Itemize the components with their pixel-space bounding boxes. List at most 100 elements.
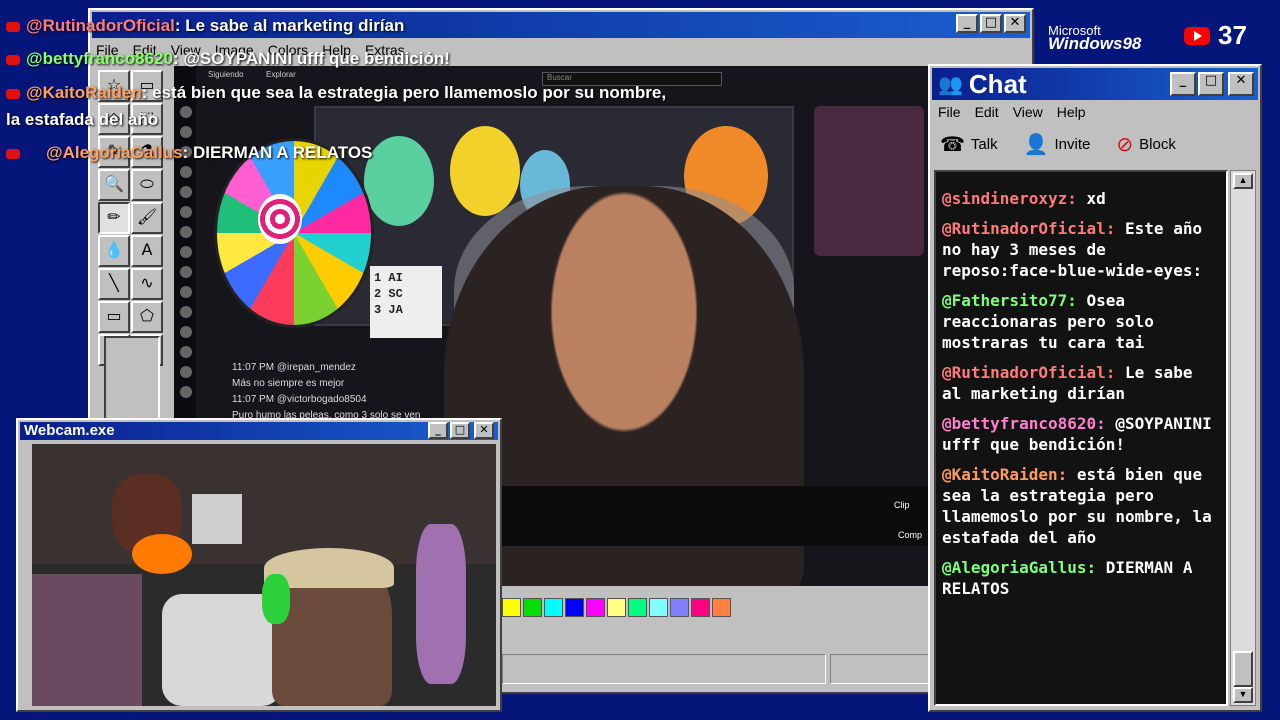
silver-play-button: [192, 494, 242, 544]
chat-username: @RutinadorOficial:: [942, 219, 1116, 238]
stream-nav-following[interactable]: Siguiendo: [208, 70, 244, 79]
scroll-thumb[interactable]: [1233, 651, 1253, 687]
color-swatch[interactable]: [628, 598, 647, 617]
status-panel: [502, 654, 826, 684]
sidebar-avatar: [180, 306, 192, 318]
poster: [32, 574, 142, 706]
chat-window: 👥 Chat _ □ ✕ File Edit View Help ☎ Talk …: [928, 64, 1262, 712]
color-swatch[interactable]: [607, 598, 626, 617]
overlay-chat-user: @bettyfranco8620: [26, 49, 173, 68]
sidebar-avatar: [180, 246, 192, 258]
line-tool-icon[interactable]: ╲: [98, 268, 130, 300]
overlay-chat-line: la estafada del año: [6, 110, 158, 130]
chat-message: @RutinadorOficial: Este año no hay 3 mes…: [942, 218, 1220, 281]
overlay-chat-text: : DIERMAN A RELATOS: [182, 143, 373, 162]
shelf-right: [814, 106, 924, 256]
overlay-chat-line: @AlegoriaGallus: DIERMAN A RELATOS: [6, 143, 372, 163]
invite-icon: 👤: [1023, 132, 1049, 156]
maximize-button[interactable]: □: [450, 422, 470, 439]
color-swatch[interactable]: [502, 598, 521, 617]
color-swatch[interactable]: [523, 598, 542, 617]
close-button[interactable]: ✕: [1004, 14, 1026, 33]
webcam-titlebar[interactable]: Webcam.exe: [20, 422, 498, 440]
sidebar-avatar: [180, 386, 192, 398]
webcam-feed: [32, 444, 496, 706]
chat-menu-file[interactable]: File: [938, 104, 961, 120]
airbrush-tool-icon[interactable]: 💧: [98, 235, 130, 267]
sidebar-avatar: [180, 286, 192, 298]
chat-scrollbar[interactable]: ▲ ▼: [1230, 170, 1256, 706]
youtube-icon: [6, 54, 20, 65]
block-icon: ⊘: [1116, 132, 1134, 156]
chat-username: @bettyfranco8620:: [942, 414, 1106, 433]
color-swatch[interactable]: [670, 598, 689, 617]
pencil-tool-icon[interactable]: ✏: [98, 202, 130, 234]
sidebar-avatar: [180, 366, 192, 378]
chat-message: @RutinadorOficial: Le sabe al marketing …: [942, 362, 1220, 404]
clip-button[interactable]: Clip: [894, 500, 910, 510]
joker-figure: [416, 524, 466, 684]
overlay-chat-text: : Le sabe al marketing dirían: [174, 16, 405, 35]
oval-select-tool-icon[interactable]: ⬭: [131, 169, 163, 201]
talk-button[interactable]: ☎ Talk: [940, 132, 998, 156]
block-button[interactable]: ⊘ Block: [1116, 132, 1175, 156]
chat-text: xd: [1076, 189, 1106, 208]
overlay-chat-user: @AlegoriaGallus: [46, 143, 183, 162]
chat-menu-view[interactable]: View: [1013, 104, 1043, 120]
brand-bottom: Windows98: [1048, 34, 1142, 53]
overlay-chat-text: la estafada del año: [6, 110, 159, 129]
polygon-tool-icon[interactable]: ⬠: [131, 301, 163, 333]
chat-window-controls: _ □ ✕: [1170, 72, 1254, 96]
stream-chat-time: 11:07 PM: [232, 394, 275, 405]
color-swatch[interactable]: [691, 598, 710, 617]
fruit-bowl: [132, 534, 192, 574]
curve-tool-icon[interactable]: ∿: [131, 268, 163, 300]
scroll-down-icon[interactable]: ▼: [1233, 687, 1253, 703]
chat-menu-edit[interactable]: Edit: [975, 104, 999, 120]
webcam-window-controls: _ □ ✕: [428, 422, 494, 439]
chat-message: @Fathersito77: Osea reaccionaras pero so…: [942, 290, 1220, 353]
maximize-button[interactable]: □: [980, 14, 1002, 33]
brush-tool-icon[interactable]: 🖌: [131, 202, 163, 234]
stream-chat-message: Más no siempre es mejor: [232, 378, 345, 389]
color-swatch[interactable]: [712, 598, 731, 617]
overlay-chat-text: : está bien que sea la estrategia pero l…: [141, 83, 667, 102]
close-button[interactable]: ✕: [1228, 72, 1254, 96]
comp-button[interactable]: Comp: [898, 530, 922, 540]
overlay-chat-line: @bettyfranco8620: @SOYPANINI ufff que be…: [6, 49, 450, 69]
color-swatch[interactable]: [565, 598, 584, 617]
minimize-button[interactable]: _: [956, 14, 978, 33]
overlay-chat-user: @RutinadorOficial: [26, 16, 175, 35]
text-tool-icon[interactable]: A: [131, 235, 163, 267]
color-swatch[interactable]: [544, 598, 563, 617]
tool-options-panel[interactable]: [104, 336, 160, 426]
chat-message-area[interactable]: @sindineroxyz: xd @RutinadorOficial: Est…: [934, 170, 1228, 706]
color-palette: [502, 598, 731, 617]
minimize-button[interactable]: _: [1170, 72, 1196, 96]
scroll-up-icon[interactable]: ▲: [1233, 173, 1253, 189]
plush-pikachu: [450, 126, 520, 216]
youtube-icon: [6, 21, 20, 32]
talk-label: Talk: [970, 135, 998, 153]
chat-username: @Fathersito77:: [942, 291, 1077, 310]
invite-button[interactable]: 👤 Invite: [1024, 132, 1091, 156]
chat-username: @KaitoRaiden:: [942, 465, 1068, 484]
overlay-chat-line: @RutinadorOficial: Le sabe al marketing …: [6, 16, 404, 36]
maximize-button[interactable]: □: [1198, 72, 1224, 96]
close-button[interactable]: ✕: [474, 422, 494, 439]
chat-username: @RutinadorOficial:: [942, 363, 1116, 382]
zoom-tool-icon[interactable]: 🔍: [98, 169, 130, 201]
plush-bulbasaur: [364, 136, 434, 226]
chat-menu-help[interactable]: Help: [1057, 104, 1086, 120]
invite-label: Invite: [1054, 135, 1091, 153]
stream-chat-username: @victorbogado8504: [276, 394, 367, 405]
minimize-button[interactable]: _: [428, 422, 448, 439]
block-label: Block: [1139, 135, 1176, 153]
webcam-window: Webcam.exe _ □ ✕: [16, 418, 502, 712]
color-swatch[interactable]: [586, 598, 605, 617]
webcam-title: Webcam.exe: [24, 422, 115, 439]
sidebar-avatar: [180, 166, 192, 178]
color-swatch[interactable]: [649, 598, 668, 617]
rectangle-tool-icon[interactable]: ▭: [98, 301, 130, 333]
stream-nav-explore[interactable]: Explorar: [266, 70, 296, 79]
